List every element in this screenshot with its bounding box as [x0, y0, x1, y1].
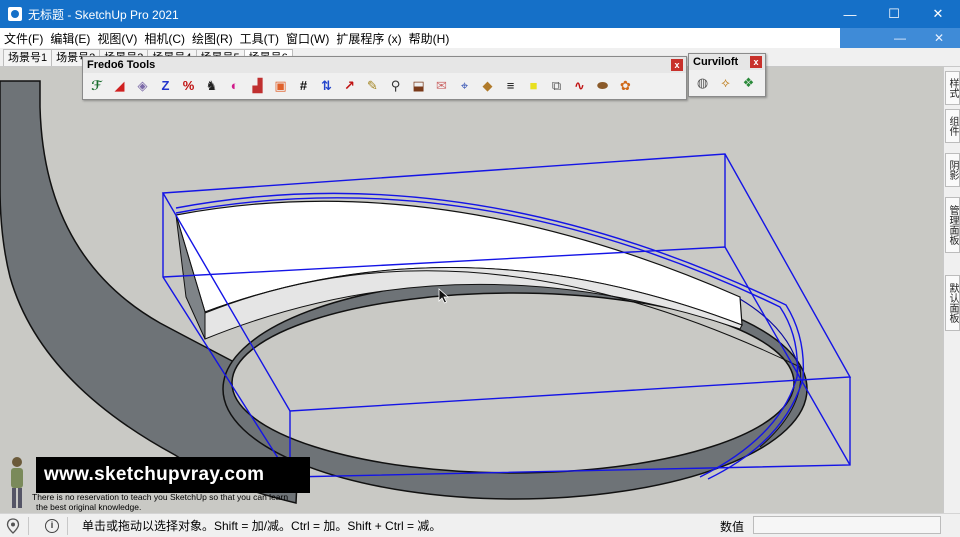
loft-skin-icon[interactable]: ❖	[738, 72, 759, 93]
fredo6-toolbar-title: Fredo6 Tools	[87, 59, 156, 71]
tray-tab-default[interactable]: 默认面板	[945, 275, 960, 331]
diamond-icon[interactable]: ◆	[477, 75, 498, 96]
color-wheel-icon[interactable]: ◐	[224, 75, 245, 96]
menu-tools[interactable]: 工具(T)	[236, 30, 282, 47]
sketchup-logo-icon	[8, 7, 22, 21]
menu-window[interactable]: 窗口(W)	[282, 30, 332, 47]
tray-tab-shadows[interactable]: 阴影	[945, 153, 960, 187]
measurements-input[interactable]	[753, 516, 941, 534]
zlayer-icon[interactable]: Z	[155, 75, 176, 96]
menu-bar: 文件(F) 编辑(E) 视图(V) 相机(C) 绘图(R) 工具(T) 窗口(W…	[0, 28, 960, 48]
windows-icon[interactable]: ⧉	[546, 75, 567, 96]
instructor-info-icon[interactable]: i	[45, 518, 59, 533]
curviloft-close-button[interactable]: x	[750, 56, 762, 68]
vertex-icon[interactable]: ⌖	[454, 75, 475, 96]
menu-help[interactable]: 帮助(H)	[405, 30, 453, 47]
menu-edit[interactable]: 编辑(E)	[46, 30, 93, 47]
loft-shell-icon[interactable]: ◍	[692, 72, 713, 93]
curviloft-toolbar-title: Curviloft	[693, 56, 739, 68]
watermark-tagline: There is no reservation to teach you Ske…	[32, 492, 288, 512]
menu-extensions[interactable]: 扩展程序 (x)	[332, 30, 404, 47]
loft-path-icon[interactable]: ⟡	[715, 72, 736, 93]
barrel-icon[interactable]: ⬬	[592, 75, 613, 96]
scene-tab-1[interactable]: 场景号1	[3, 49, 53, 66]
fredo6-tool-row: ℱ ◢ ◈ Z % ♞ ◐ ▟ ▣ # ⇅ ↗ ✎ ⚲ ⬓ ✉ ⌖ ◆ ≡ ■ …	[83, 73, 686, 99]
status-separator	[67, 516, 68, 535]
status-separator	[28, 516, 29, 535]
presenter-figure-icon	[11, 457, 23, 508]
mouse-cursor-icon	[438, 288, 450, 304]
hash-icon[interactable]: #	[293, 75, 314, 96]
watermark-line-2: the best original knowledge.	[36, 502, 142, 512]
status-bar: i 单击或拖动以选择对象。Shift = 加/减。Ctrl = 加。Shift …	[0, 513, 960, 537]
fredo6-close-button[interactable]: x	[671, 59, 683, 71]
square-two-icon[interactable]: ■	[523, 75, 544, 96]
model-viewport[interactable]	[0, 67, 943, 513]
arrows-icon[interactable]: ⇅	[316, 75, 337, 96]
pencil-icon[interactable]: ✎	[362, 75, 383, 96]
cube-icon[interactable]: ◈	[132, 75, 153, 96]
geolocation-icon[interactable]	[6, 517, 20, 534]
curviloft-tool-row: ◍ ⟡ ❖	[689, 70, 765, 96]
tray-tab-styles[interactable]: 样式	[945, 71, 960, 105]
document-close-button[interactable]: ✕	[934, 31, 944, 45]
watermark-line-1: There is no reservation to teach you Ske…	[32, 492, 289, 502]
menu-camera[interactable]: 相机(C)	[140, 30, 188, 47]
tray-icon[interactable]: ▟	[247, 75, 268, 96]
tray-tab-components[interactable]: 组件	[945, 109, 960, 143]
default-tray: 样式 组件 阴影 管理面板 默认面板	[943, 67, 960, 513]
curve-icon[interactable]: ∿	[569, 75, 590, 96]
title-bar: 无标题 - SketchUp Pro 2021 — ☐ ✕	[0, 0, 960, 28]
percent-bar-icon[interactable]: %	[178, 75, 199, 96]
minimize-button[interactable]: —	[828, 0, 872, 28]
model-drawing	[0, 80, 852, 504]
diagonal-icon[interactable]: ↗	[339, 75, 360, 96]
maximize-button[interactable]: ☐	[872, 0, 916, 28]
measurements-label: 数值	[720, 520, 745, 534]
menu-draw[interactable]: 绘图(R)	[188, 30, 236, 47]
status-hint: 单击或拖动以选择对象。Shift = 加/减。Ctrl = 加。Shift + …	[82, 519, 442, 533]
tray-tab-manage[interactable]: 管理面板	[945, 197, 960, 253]
ring-inner-hole	[231, 292, 795, 474]
window-controls: — ☐ ✕	[828, 0, 960, 28]
menu-file[interactable]: 文件(F)	[0, 30, 46, 47]
window-title: 无标题 - SketchUp Pro 2021	[28, 7, 179, 22]
fredo-f6-icon[interactable]: ℱ	[86, 75, 107, 96]
chair-icon[interactable]: ⬓	[408, 75, 429, 96]
document-controls: — ✕	[840, 28, 960, 48]
magnifier-icon[interactable]: ⚲	[385, 75, 406, 96]
box-icon[interactable]: ▣	[270, 75, 291, 96]
close-button[interactable]: ✕	[916, 0, 960, 28]
red-triangle-icon[interactable]: ◢	[109, 75, 130, 96]
watermark-site: www.sketchupvray.com	[36, 457, 310, 493]
lines-icon[interactable]: ≡	[500, 75, 521, 96]
cow-icon[interactable]: ♞	[201, 75, 222, 96]
curviloft-toolbar[interactable]: Curviloft x ◍ ⟡ ❖	[688, 53, 766, 97]
palette-icon[interactable]: ✿	[615, 75, 636, 96]
document-minimize-button[interactable]: —	[894, 31, 906, 45]
menu-view[interactable]: 视图(V)	[93, 30, 140, 47]
envelope-icon[interactable]: ✉	[431, 75, 452, 96]
watermark: www.sketchupvray.com There is no reserva…	[6, 455, 316, 513]
fredo6-toolbar[interactable]: Fredo6 Tools x ℱ ◢ ◈ Z % ♞ ◐ ▟ ▣ # ⇅ ↗ ✎…	[82, 56, 687, 100]
